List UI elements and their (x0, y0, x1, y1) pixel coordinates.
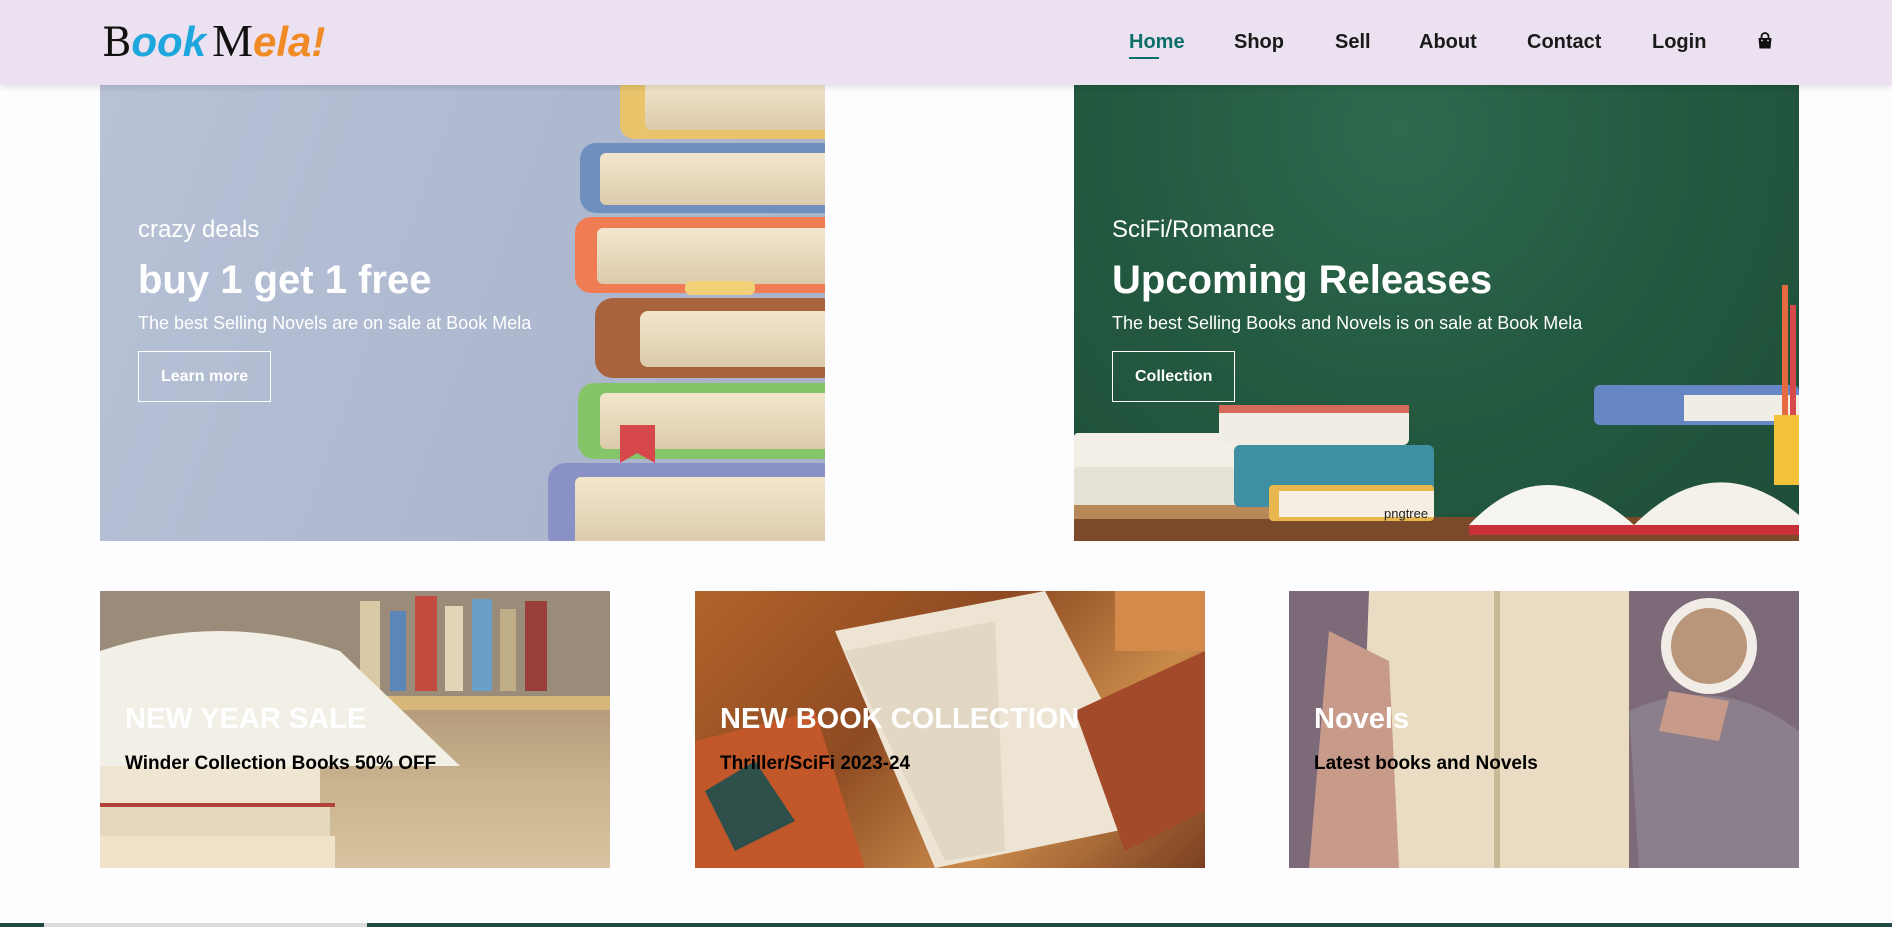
hero-subtitle: crazy deals (138, 216, 260, 243)
nav-home-link[interactable]: Home (1129, 30, 1185, 59)
nav-login-link[interactable]: Login (1652, 30, 1706, 54)
footer-edge-segment (44, 923, 367, 927)
card-title: Novels (1314, 703, 1410, 735)
promo-card-new-year-sale[interactable]: NEW YEAR SALE Winder Collection Books 50… (100, 591, 610, 868)
hero-description: The best Selling Novels are on sale at B… (138, 313, 532, 333)
promo-card-novels[interactable]: Novels Latest books and Novels (1289, 591, 1799, 868)
hero-description: The best Selling Books and Novels is on … (1112, 313, 1583, 333)
hero-subtitle: SciFi/Romance (1112, 216, 1275, 243)
card-subtitle: Latest books and Novels (1314, 753, 1538, 774)
promo-card-new-book-collection[interactable]: NEW BOOK COLLECTION Thriller/SciFi 2023-… (695, 591, 1205, 868)
footer-top-edge (0, 923, 1892, 927)
logo-text-ela: ela! (252, 18, 326, 65)
logo-letter-m: M (212, 15, 253, 66)
pngtree-watermark: pngtree (1384, 506, 1428, 521)
nav-sell-link[interactable]: Sell (1335, 30, 1371, 54)
hero-title: Upcoming Releases (1112, 258, 1493, 302)
card-title: NEW BOOK COLLECTION (720, 703, 1080, 735)
hero-banner-upcoming: pngtree SciFi/Romance Upcoming Releases … (1074, 85, 1799, 541)
nav-about-link[interactable]: About (1419, 30, 1477, 54)
top-navbar: B ook M ela! Home Shop Sell About Contac… (0, 0, 1892, 85)
book-mela-logo[interactable]: B ook M ela! (102, 15, 326, 67)
shopping-bag-icon[interactable] (1756, 32, 1774, 50)
nav-contact-link[interactable]: Contact (1527, 30, 1601, 54)
logo-text-ook: ook (131, 18, 207, 65)
card-subtitle: Thriller/SciFi 2023-24 (720, 753, 911, 774)
card-subtitle: Winder Collection Books 50% OFF (125, 753, 437, 774)
hero-title: buy 1 get 1 free (138, 258, 432, 302)
learn-more-button[interactable]: Learn more (138, 351, 272, 402)
hero-banner-deals: crazy deals buy 1 get 1 free The best Se… (100, 85, 825, 541)
logo-letter-b: B (102, 20, 132, 66)
nav-shop-link[interactable]: Shop (1234, 30, 1284, 54)
collection-button[interactable]: Collection (1112, 351, 1236, 402)
card-title: NEW YEAR SALE (125, 703, 367, 735)
